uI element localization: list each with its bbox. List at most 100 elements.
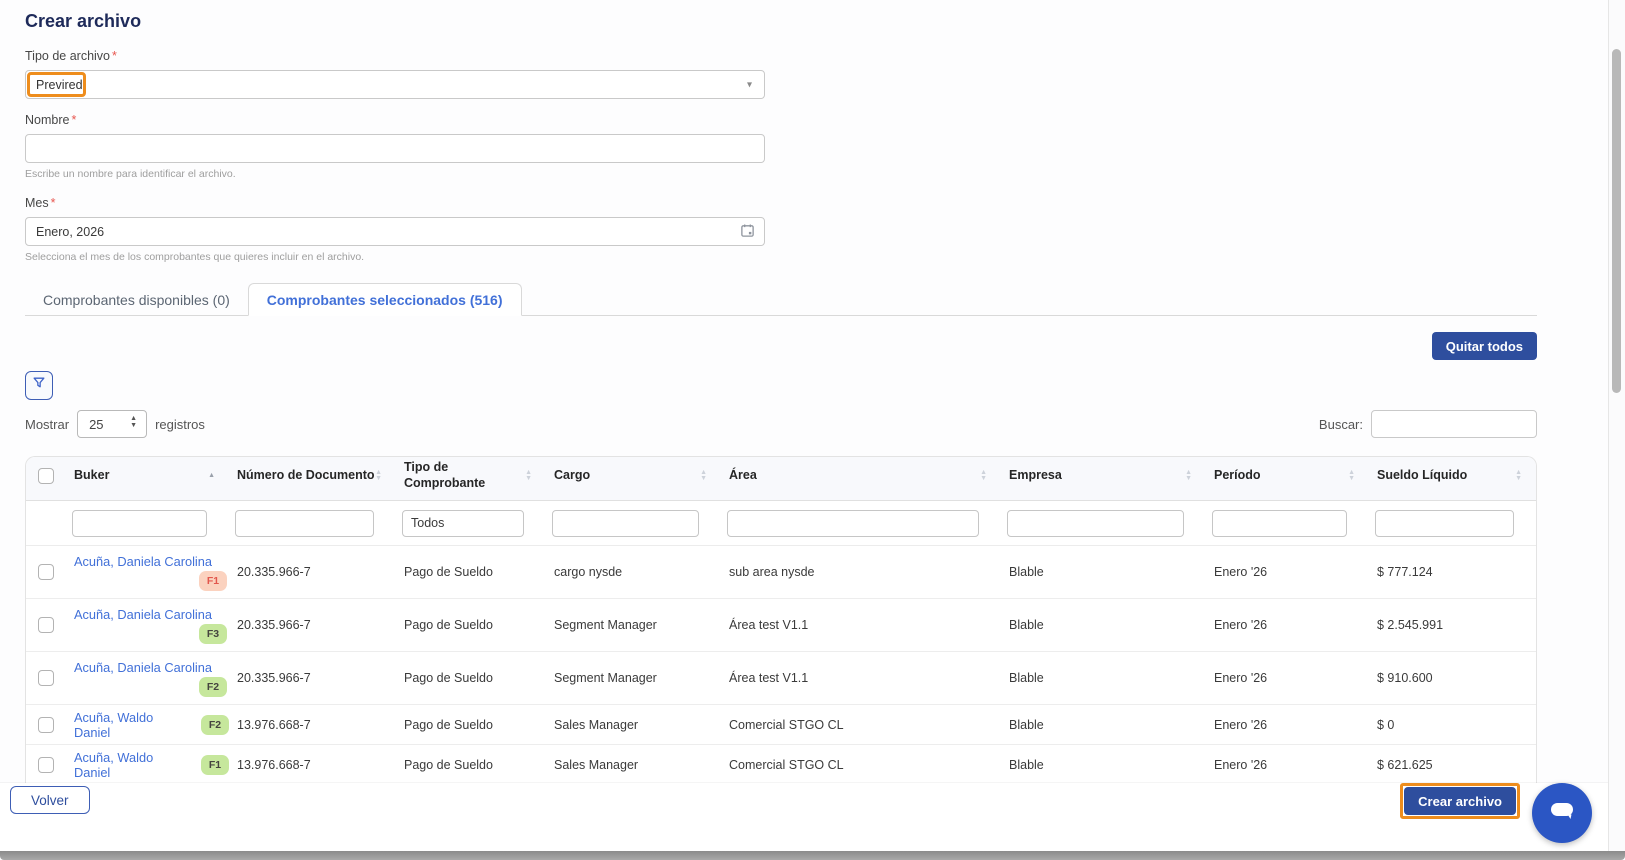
cell-empresa: Blable xyxy=(1009,757,1044,772)
mes-helper-text: Selecciona el mes de los comprobantes qu… xyxy=(25,251,365,263)
filter-input-buker[interactable] xyxy=(72,509,207,537)
row-checkbox[interactable] xyxy=(38,756,54,773)
filter-input-area[interactable] xyxy=(727,509,979,537)
sort-icon: ▲ ▼ xyxy=(375,468,382,482)
cell-periodo: Enero '26 xyxy=(1214,565,1268,579)
sort-icon: ▲ ▼ xyxy=(980,468,987,482)
employee-link[interactable]: Acuña, Waldo Daniel xyxy=(74,710,193,740)
sort-icon: ▲ ▼ xyxy=(1515,468,1522,482)
row-checkbox[interactable] xyxy=(38,670,54,686)
cell-tipo: Pago de Sueldo xyxy=(404,671,493,685)
document-badge: F1 xyxy=(201,754,229,775)
bulk-actions-row: Quitar todos xyxy=(25,332,1537,360)
cell-empresa: Blable xyxy=(1009,565,1044,579)
vertical-scrollbar-thumb[interactable] xyxy=(1612,49,1621,393)
employee-link[interactable]: Acuña, Daniela Carolina xyxy=(74,660,212,675)
mes-input[interactable] xyxy=(26,218,764,245)
calendar-icon[interactable] xyxy=(740,223,755,241)
footer-action-bar: Volver Crear archivo xyxy=(0,783,1625,852)
col-header-numero-documento[interactable]: Número de Documento ▲ ▼ xyxy=(229,468,396,484)
mes-label: Mes * xyxy=(25,196,765,210)
cell-tipo: Pago de Sueldo xyxy=(404,717,493,732)
chat-widget-button[interactable] xyxy=(1532,783,1592,843)
tipo-label: Tipo de archivo * xyxy=(25,49,765,63)
cell-area: Área test V1.1 xyxy=(729,671,809,685)
table-controls: Mostrar 25 ▲ ▼ registros Buscar: xyxy=(25,410,1537,438)
cell-periodo: Enero '26 xyxy=(1214,757,1268,772)
tipo-selected-value-highlight: Previred xyxy=(27,72,86,97)
cell-sueldo: $ 0 xyxy=(1377,717,1395,732)
field-mes: Mes* Selecciona el mes de los comprobant… xyxy=(25,196,765,263)
table-row: Acuña, Daniela Carolina F3 20.335.966-7 … xyxy=(26,599,1536,652)
col-header-buker[interactable]: Buker ▲ xyxy=(66,468,229,484)
remove-all-button[interactable]: Quitar todos xyxy=(1431,332,1537,360)
search-label: Buscar: xyxy=(1318,416,1363,432)
filter-select-tipo-comprobante[interactable] xyxy=(402,509,524,537)
search-input[interactable] xyxy=(1371,410,1537,438)
cell-area: Comercial STGO CL xyxy=(729,757,844,772)
filter-input-numero-documento[interactable] xyxy=(235,509,374,537)
cell-empresa: Blable xyxy=(1009,618,1044,632)
tipo-select[interactable]: Previred ▾ xyxy=(25,70,765,99)
col-label: Sueldo Líquido xyxy=(1377,467,1468,482)
cell-tipo: Pago de Sueldo xyxy=(404,565,493,579)
cell-documento: 20.335.966-7 xyxy=(237,565,311,579)
row-checkbox[interactable] xyxy=(38,716,54,733)
cell-area: sub area nysde xyxy=(729,565,815,579)
employee-link[interactable]: Acuña, Daniela Carolina xyxy=(74,607,212,622)
sort-icon: ▲ ▼ xyxy=(700,468,707,482)
select-all-checkbox[interactable] xyxy=(38,467,54,484)
col-header-tipo-comprobante[interactable]: Tipo de Comprobante ▲ ▼ xyxy=(396,460,546,491)
cell-periodo: Enero '26 xyxy=(1214,717,1268,732)
cell-area: Área test V1.1 xyxy=(729,618,809,632)
filter-input-cargo[interactable] xyxy=(552,509,699,537)
employee-link[interactable]: Acuña, Daniela Carolina xyxy=(74,554,212,569)
document-badge: F2 xyxy=(199,676,227,697)
show-label: Mostrar xyxy=(25,416,70,432)
filter-input-periodo[interactable] xyxy=(1212,509,1347,537)
document-badge: F3 xyxy=(199,623,227,644)
back-button[interactable]: Volver xyxy=(10,786,90,814)
nombre-input[interactable] xyxy=(26,135,764,162)
filter-input-empresa[interactable] xyxy=(1007,509,1184,537)
tipo-label-text: Tipo de archivo xyxy=(25,49,110,63)
sort-icon: ▲ ▼ xyxy=(1185,468,1192,482)
document-badge: F1 xyxy=(199,570,227,591)
required-asterisk: * xyxy=(112,49,117,63)
cell-periodo: Enero '26 xyxy=(1214,618,1268,632)
cell-cargo: Segment Manager xyxy=(554,618,657,632)
document-badge: F2 xyxy=(201,714,229,735)
submit-highlight-box: Crear archivo xyxy=(1400,783,1520,819)
cell-area: Comercial STGO CL xyxy=(729,717,844,732)
col-header-area[interactable]: Área ▲ ▼ xyxy=(721,468,1001,484)
col-header-periodo[interactable]: Período ▲ ▼ xyxy=(1206,468,1369,484)
field-nombre: Nombre * Escribe un nombre para identific… xyxy=(25,113,765,180)
cell-documento: 20.335.966-7 xyxy=(237,671,311,685)
cell-empresa: Blable xyxy=(1009,671,1044,685)
funnel-icon xyxy=(32,376,46,395)
table-header-row: Buker ▲ Número de Documento ▲ ▼ Tipo de C… xyxy=(26,457,1536,501)
filter-toggle-button[interactable] xyxy=(25,371,53,400)
row-checkbox[interactable] xyxy=(38,617,54,633)
tab-comprobantes-disponibles[interactable]: Comprobantes disponibles (0) xyxy=(25,283,248,316)
cell-cargo: cargo nysde xyxy=(554,565,623,579)
row-checkbox[interactable] xyxy=(38,564,54,580)
col-header-empresa[interactable]: Empresa ▲ ▼ xyxy=(1001,468,1206,484)
table-row: Acuña, Daniela Carolina F1 20.335.966-7 … xyxy=(26,546,1536,599)
employee-link[interactable]: Acuña, Waldo Daniel xyxy=(74,750,193,780)
col-header-sueldo-liquido[interactable]: Sueldo Líquido ▲ ▼ xyxy=(1369,468,1536,484)
tab-comprobantes-seleccionados[interactable]: Comprobantes seleccionados (516) xyxy=(247,283,522,316)
create-file-button[interactable]: Crear archivo xyxy=(1404,787,1516,815)
col-label: Buker xyxy=(74,467,110,482)
required-asterisk: * xyxy=(71,113,77,127)
cell-documento: 13.976.668-7 xyxy=(237,757,311,772)
page-size-select[interactable]: 25 ▲ ▼ xyxy=(77,410,148,438)
mes-datepicker[interactable] xyxy=(25,217,765,246)
sort-asc-icon: ▲ xyxy=(208,471,215,479)
nombre-helper-text: Escribe un nombre para identificar el ar… xyxy=(25,168,236,180)
sort-icon: ▲ ▼ xyxy=(525,468,532,482)
col-label: Empresa xyxy=(1009,467,1062,482)
col-header-cargo[interactable]: Cargo ▲ ▼ xyxy=(546,468,721,484)
filter-input-sueldo-liquido[interactable] xyxy=(1375,509,1514,537)
col-label: Tipo de Comprobante xyxy=(404,459,486,490)
